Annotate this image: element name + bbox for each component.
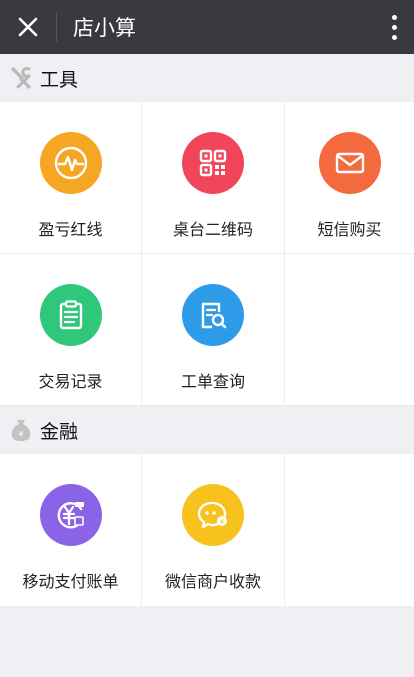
- mail-icon: [335, 152, 364, 174]
- tool-sms-purchase[interactable]: 短信购买: [285, 102, 414, 254]
- tool-label: 盈亏红线: [38, 220, 103, 239]
- document-search-icon: [201, 302, 227, 329]
- tool-icon-circle: [39, 284, 102, 346]
- empty-grid-cell: [285, 454, 414, 606]
- finance-grid: 移动支付账单 ¥ 微信商户收款: [0, 454, 414, 606]
- close-button[interactable]: [0, 0, 56, 54]
- pulse-icon: [54, 146, 87, 180]
- tool-icon-circle: [182, 132, 244, 194]
- close-icon: [18, 17, 38, 37]
- tool-ticket-query[interactable]: 工单查询: [142, 254, 285, 406]
- finance-mobile-payment-bill[interactable]: 移动支付账单: [0, 454, 142, 606]
- clipboard-icon: [59, 300, 82, 330]
- tools-icon: [11, 66, 32, 89]
- wechat-pay-icon: ¥: [197, 501, 227, 529]
- tool-icon-circle: [318, 132, 381, 194]
- title-divider: [56, 12, 57, 42]
- tool-icon-circle: [39, 484, 102, 546]
- tool-icon-circle: ¥: [182, 484, 244, 546]
- section-header-tools: 工具: [0, 54, 414, 102]
- finance-label: 移动支付账单: [22, 572, 119, 591]
- yuan-bill-icon: [57, 502, 84, 529]
- section-header-finance: ¥ 金融: [0, 406, 414, 454]
- section-title: 工具: [40, 68, 79, 91]
- qrcode-icon: [199, 149, 227, 177]
- svg-text:¥: ¥: [18, 430, 23, 439]
- empty-grid-cell: [285, 254, 414, 406]
- title-bar: 店小算: [0, 0, 414, 54]
- tool-icon-circle: [39, 132, 102, 194]
- svg-text:¥: ¥: [220, 518, 225, 526]
- tool-label: 短信购买: [317, 220, 382, 239]
- finance-wechat-merchant-collection[interactable]: ¥ 微信商户收款: [142, 454, 285, 606]
- section-title: 金融: [40, 420, 79, 443]
- tool-profit-line[interactable]: 盈亏红线: [0, 102, 142, 254]
- tools-grid: 盈亏红线 桌台二维码 短信购买 交易记录 工单查询: [0, 102, 414, 406]
- tool-table-qrcode[interactable]: 桌台二维码: [142, 102, 285, 254]
- tool-icon-circle: [182, 284, 244, 346]
- more-menu-button[interactable]: [380, 0, 408, 54]
- more-vertical-icon: [391, 14, 397, 20]
- tool-label: 桌台二维码: [172, 220, 253, 239]
- finance-label: 微信商户收款: [164, 572, 261, 591]
- money-bag-icon: ¥: [11, 420, 31, 441]
- tool-transaction-records[interactable]: 交易记录: [0, 254, 142, 406]
- tool-label: 交易记录: [38, 372, 103, 391]
- tool-label: 工单查询: [180, 372, 245, 391]
- page-title: 店小算: [73, 16, 136, 40]
